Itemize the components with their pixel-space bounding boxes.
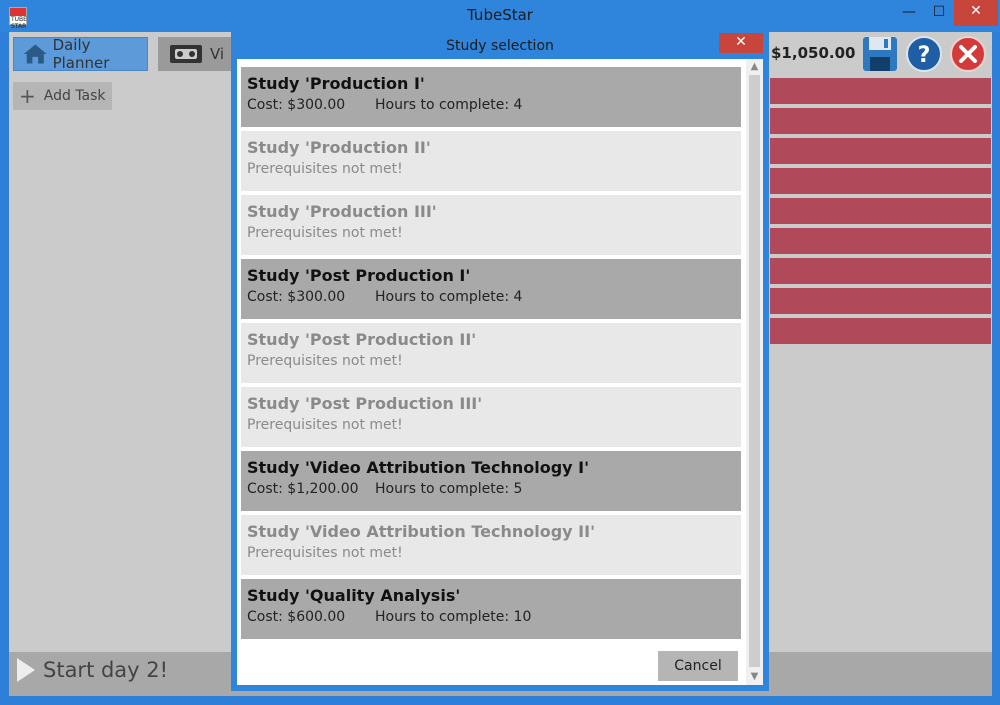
study-details: Cost: $1,200.00 Hours to complete: 5: [247, 479, 735, 499]
study-item[interactable]: Study 'Quality Analysis' Cost: $600.00 Hou…: [241, 579, 741, 639]
study-name: Study 'Quality Analysis': [247, 586, 461, 605]
add-task-label: Add Task: [43, 88, 106, 104]
svg-text:?: ?: [918, 43, 931, 68]
money-balance: $1,050.00: [771, 44, 856, 62]
dialog-title: Study selection: [446, 38, 554, 54]
study-status: Prerequisites not met!: [247, 353, 403, 369]
maximize-button[interactable]: ☐: [925, 0, 953, 26]
cancel-button[interactable]: Cancel: [658, 651, 738, 681]
task-bar: [770, 108, 991, 134]
study-name: Study 'Video Attribution Technology I': [247, 458, 590, 477]
study-hours: Hours to complete: 10: [375, 609, 532, 625]
study-cost: Cost: $300.00: [247, 289, 346, 305]
save-icon[interactable]: [861, 35, 899, 73]
daily-planner-label: Daily Planner: [52, 36, 110, 72]
task-bar: [770, 198, 991, 224]
study-status: Prerequisites not met!: [247, 161, 403, 177]
dialog-body: Study 'Production I' Cost: $300.00 Hours t…: [237, 59, 763, 685]
study-item: Study 'Production III' Prerequisites not …: [241, 195, 741, 255]
window-title: TubeStar: [467, 6, 533, 24]
add-task-button[interactable]: + Add Task: [13, 82, 112, 110]
study-details: Cost: $300.00 Hours to complete: 4: [247, 287, 735, 307]
task-bars: [770, 78, 991, 348]
study-name: Study 'Production III': [247, 202, 437, 221]
video-label: Vi: [210, 45, 225, 63]
study-details: Cost: $600.00 Hours to complete: 10: [247, 607, 735, 627]
study-status: Prerequisites not met!: [247, 225, 403, 241]
study-list: Study 'Production I' Cost: $300.00 Hours t…: [241, 67, 741, 643]
study-hours: Hours to complete: 4: [375, 97, 523, 113]
study-selection-dialog: Study selection ✕ Study 'Production I' Co…: [231, 32, 769, 691]
scroll-thumb[interactable]: [749, 75, 760, 667]
study-cost: Cost: $300.00: [247, 97, 346, 113]
dialog-close-button[interactable]: ✕: [719, 33, 763, 53]
task-bar: [770, 288, 991, 314]
play-icon: [17, 658, 35, 682]
study-item: Study 'Post Production III' Prerequisites…: [241, 387, 741, 447]
scroll-up-arrow[interactable]: ▲: [746, 61, 763, 72]
task-bar: [770, 318, 991, 344]
task-bar: [770, 78, 991, 104]
study-item: Study 'Post Production II' Prerequisites …: [241, 323, 741, 383]
study-item: Study 'Production II' Prerequisites not m…: [241, 131, 741, 191]
study-name: Study 'Video Attribution Technology II': [247, 522, 595, 541]
task-bar: [770, 228, 991, 254]
help-icon[interactable]: ?: [905, 35, 943, 73]
study-item: Study 'Video Attribution Technology II' P…: [241, 515, 741, 575]
close-window-button[interactable]: ✕: [954, 0, 998, 26]
home-icon: [23, 44, 47, 64]
start-day-button[interactable]: Start day 2!: [17, 658, 168, 682]
study-cost: Cost: $1,200.00: [247, 481, 359, 497]
study-hours: Hours to complete: 5: [375, 481, 523, 497]
scrollbar[interactable]: ▲ ▼: [746, 59, 763, 685]
study-status: Prerequisites not met!: [247, 545, 403, 561]
study-item[interactable]: Study 'Video Attribution Technology I' Co…: [241, 451, 741, 511]
study-name: Study 'Production I': [247, 74, 425, 93]
window-titlebar: TUBE STAR TubeStar — ☐ ✕: [0, 0, 1000, 32]
study-name: Study 'Post Production I': [247, 266, 471, 285]
study-details: Cost: $300.00 Hours to complete: 4: [247, 95, 735, 115]
study-item[interactable]: Study 'Post Production I' Cost: $300.00 Ho…: [241, 259, 741, 319]
task-bar: [770, 168, 991, 194]
study-cost: Cost: $600.00: [247, 609, 346, 625]
study-item[interactable]: Study 'Production I' Cost: $300.00 Hours t…: [241, 67, 741, 127]
exit-icon[interactable]: [949, 35, 987, 73]
scroll-down-arrow[interactable]: ▼: [746, 671, 763, 682]
plus-icon: +: [19, 84, 36, 108]
study-name: Study 'Post Production II': [247, 330, 477, 349]
study-hours: Hours to complete: 4: [375, 289, 523, 305]
daily-planner-button[interactable]: Daily Planner: [13, 36, 148, 72]
vhs-tape-icon: [170, 45, 202, 63]
study-status: Prerequisites not met!: [247, 417, 403, 433]
study-name: Study 'Post Production III': [247, 394, 483, 413]
task-bar: [770, 138, 991, 164]
minimize-button[interactable]: —: [895, 0, 923, 26]
study-name: Study 'Production II': [247, 138, 431, 157]
task-bar: [770, 258, 991, 284]
start-day-label: Start day 2!: [43, 658, 169, 682]
